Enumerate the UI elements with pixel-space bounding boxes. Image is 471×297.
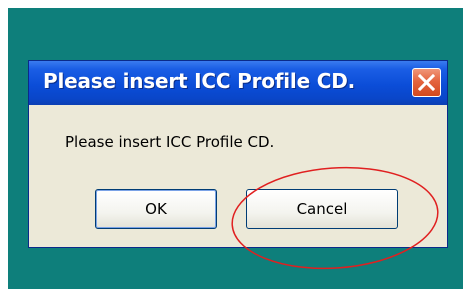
cancel-button[interactable]: Cancel	[246, 189, 398, 229]
insert-cd-dialog: Please insert ICC Profile CD. Please ins…	[28, 60, 448, 248]
close-button[interactable]	[412, 68, 441, 97]
dialog-title: Please insert ICC Profile CD.	[43, 69, 355, 93]
ok-button[interactable]: OK	[95, 189, 217, 229]
dialog-titlebar[interactable]: Please insert ICC Profile CD.	[29, 61, 447, 105]
close-icon	[418, 74, 435, 91]
dialog-message: Please insert ICC Profile CD.	[65, 133, 275, 151]
